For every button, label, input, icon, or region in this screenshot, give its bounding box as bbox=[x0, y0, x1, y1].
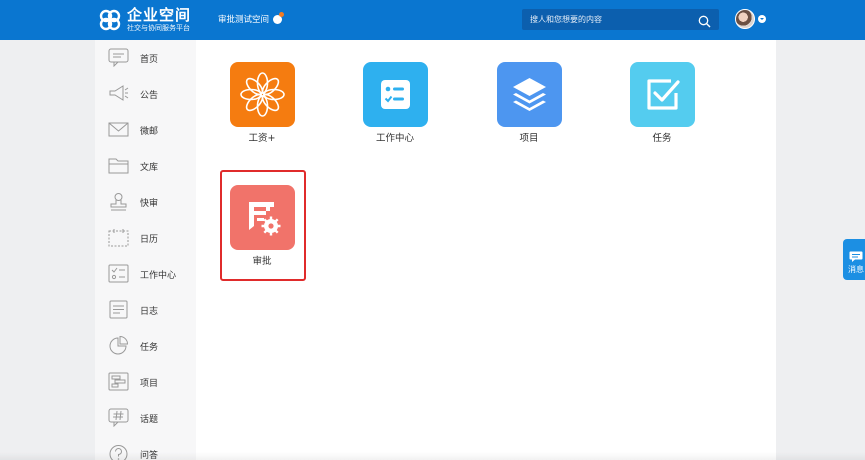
top-bar: 企业空间 社交与协同服务平台 审批测试空间 bbox=[0, 0, 865, 40]
sidebar-item-log[interactable]: 日志 bbox=[95, 298, 196, 322]
check-square-icon bbox=[630, 62, 695, 127]
app-approval[interactable]: 审批 bbox=[219, 185, 305, 281]
sidebar-item-calendar[interactable]: 日历 bbox=[95, 226, 196, 250]
log-icon bbox=[108, 300, 129, 319]
space-switcher[interactable]: 审批测试空间 bbox=[218, 11, 285, 25]
hashtag-icon bbox=[108, 408, 129, 428]
app-task[interactable]: 任务 bbox=[619, 62, 705, 158]
sidebar-item-topic[interactable]: 话题 bbox=[95, 406, 196, 430]
sidebar-item-announcement[interactable]: 公告 bbox=[95, 82, 196, 106]
app-label: 任务 bbox=[652, 133, 672, 144]
logo-icon bbox=[98, 8, 122, 32]
checklist-icon bbox=[108, 264, 129, 283]
sidebar-item-label: 首页 bbox=[140, 55, 159, 65]
folder-icon bbox=[108, 156, 129, 175]
sidebar-item-work-center[interactable]: 工作中心 bbox=[95, 262, 196, 286]
avatar[interactable] bbox=[735, 9, 755, 29]
sidebar-item-library[interactable]: 文库 bbox=[95, 154, 196, 178]
app-salary[interactable]: 工资+ bbox=[219, 62, 305, 158]
mail-icon bbox=[108, 120, 129, 139]
app-label: 工资+ bbox=[248, 133, 276, 144]
sidebar-item-label: 项目 bbox=[140, 379, 159, 389]
megaphone-icon bbox=[108, 84, 129, 103]
app-label: 项目 bbox=[519, 133, 539, 144]
brand-logo[interactable]: 企业空间 社交与协同服务平台 bbox=[98, 5, 191, 35]
app-label: 审批 bbox=[252, 256, 272, 267]
sidebar-item-home[interactable]: 首页 bbox=[95, 46, 196, 70]
message-tab[interactable]: 消息 bbox=[843, 239, 865, 280]
checklist-icon bbox=[363, 62, 428, 127]
app-grid: 工资+ 工作中心 项目 任务 审批 bbox=[196, 40, 776, 460]
question-icon bbox=[108, 444, 129, 460]
brand-name: 企业空间 bbox=[127, 6, 192, 24]
message-icon bbox=[849, 247, 863, 262]
flower-icon bbox=[230, 62, 295, 127]
sidebar-item-label: 问答 bbox=[140, 451, 159, 460]
search-input[interactable] bbox=[522, 9, 692, 30]
app-label: 工作中心 bbox=[375, 133, 414, 144]
sidebar-item-qa[interactable]: 问答 bbox=[95, 442, 196, 460]
search-box bbox=[522, 9, 719, 30]
layers-icon bbox=[497, 62, 562, 127]
sidebar-item-label: 文库 bbox=[140, 163, 159, 173]
sidebar-item-label: 日志 bbox=[140, 307, 159, 317]
project-icon bbox=[108, 372, 129, 391]
search-icon[interactable] bbox=[698, 13, 711, 28]
sidebar-item-quick-review[interactable]: 快审 bbox=[95, 190, 196, 214]
sidebar-item-label: 公告 bbox=[140, 91, 159, 101]
sidebar-item-task[interactable]: 任务 bbox=[95, 334, 196, 358]
sidebar-item-label: 任务 bbox=[140, 343, 159, 353]
app-project[interactable]: 项目 bbox=[486, 62, 572, 158]
sidebar-item-label: 工作中心 bbox=[140, 271, 177, 281]
approval-icon bbox=[230, 185, 295, 250]
calendar-icon bbox=[108, 228, 129, 247]
sidebar-item-label: 微邮 bbox=[140, 127, 159, 137]
space-name-label: 审批测试空间 bbox=[218, 15, 270, 25]
sidebar-item-mail[interactable]: 微邮 bbox=[95, 118, 196, 142]
pie-icon bbox=[108, 335, 129, 355]
sidebar: 首页 公告 微邮 文库 快审 日历 工作中心 日志 任务 项目 话题 问答 bbox=[95, 40, 196, 460]
chevron-down-icon[interactable] bbox=[758, 15, 766, 23]
stamp-icon bbox=[108, 192, 129, 211]
comment-icon bbox=[108, 48, 129, 68]
brand-tagline: 社交与协同服务平台 bbox=[127, 24, 190, 32]
app-work-center[interactable]: 工作中心 bbox=[352, 62, 438, 158]
sidebar-item-project[interactable]: 项目 bbox=[95, 370, 196, 394]
space-notification-dot-icon bbox=[273, 11, 285, 24]
message-tab-label: 消息 bbox=[848, 265, 864, 274]
sidebar-item-label: 快审 bbox=[140, 199, 159, 209]
sidebar-item-label: 日历 bbox=[140, 235, 159, 245]
sidebar-item-label: 话题 bbox=[140, 415, 159, 425]
